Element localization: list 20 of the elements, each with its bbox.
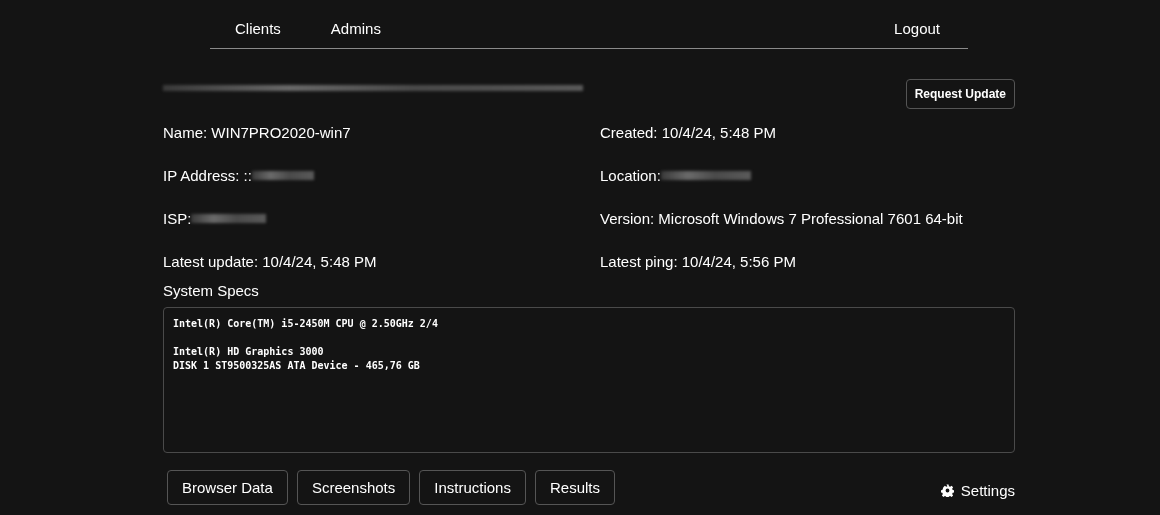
info-text: Location: (600, 166, 661, 184)
info-text: Created: 10/4/24, 5:48 PM (600, 123, 776, 141)
settings-link[interactable]: Settings (940, 482, 1015, 499)
tab-button[interactable]: Results (534, 470, 615, 505)
tab-button[interactable]: Screenshots (296, 470, 411, 505)
tab-button[interactable]: Browser Data (167, 470, 288, 505)
info-text: Version: Microsoft Windows 7 Professional 7601 64-bit (600, 209, 963, 227)
specs-field[interactable]: Intel(R) Core(TM) i5-2450M CPU @ 2.50GHz 2/4 Intel(R) HD Graphics 3000 DISK 1 ST9500325AS ATA Device - 465,76 GB (163, 307, 1015, 453)
request-update-button[interactable]: Request Update (905, 79, 1015, 109)
nav-link[interactable]: Admins (330, 19, 381, 37)
info-text: IP Address: :: (163, 166, 252, 184)
info-text: Latest update: 10/4/24, 5:48 PM (163, 252, 377, 270)
info-text: Latest ping: 10/4/24, 5:56 PM (600, 252, 796, 270)
info-text: ISP: (163, 209, 192, 227)
nav-link[interactable]: Clients (235, 19, 281, 37)
info-text: Name: WIN7PRO2020-win7 (163, 123, 351, 141)
logout-link[interactable]: Logout (894, 19, 940, 37)
section-title: System Specs (163, 282, 260, 299)
tab-button[interactable]: Instructions (419, 470, 526, 505)
settings-icon (940, 484, 954, 497)
